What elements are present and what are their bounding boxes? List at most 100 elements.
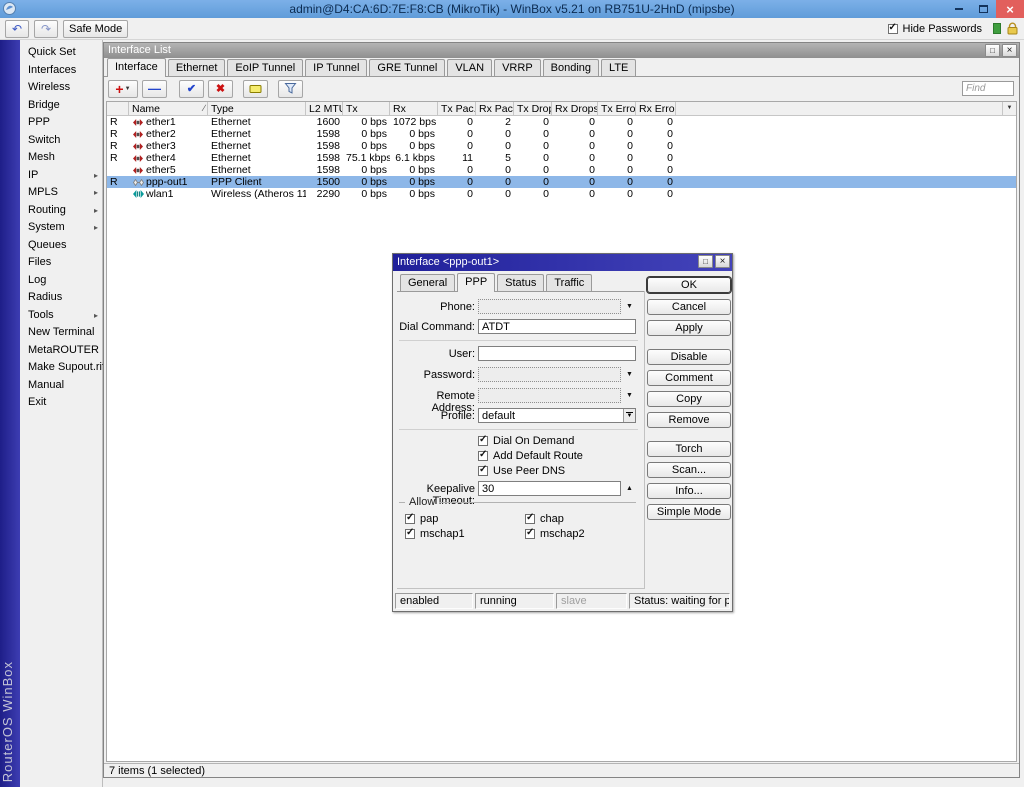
column-header-l2-mtu[interactable]: L2 MTU [306,102,343,115]
sidebar-item-ppp[interactable]: PPP [20,114,102,132]
remove-button[interactable]: Remove [647,412,731,428]
ok-button[interactable]: OK [647,277,731,293]
profile-dropdown-button[interactable]: ▼ [623,409,635,422]
comment-button[interactable]: Comment [647,370,731,386]
column-header-rx-pac[interactable]: Rx Pac... [476,102,514,115]
mschap1-checkbox[interactable] [405,529,415,539]
sidebar-item-exit[interactable]: Exit [20,394,102,412]
profile-select[interactable] [478,408,636,423]
table-row-ppp-out1[interactable]: Rppp-out1PPP Client15000 bps0 bps000000 [107,176,1016,188]
sidebar-item-new-terminal[interactable]: New Terminal [20,324,102,342]
sidebar-item-radius[interactable]: Radius [20,289,102,307]
sidebar-item-system[interactable]: System▸ [20,219,102,237]
sidebar-item-wireless[interactable]: Wireless [20,79,102,97]
safe-mode-button[interactable]: Safe Mode [63,20,128,38]
chap-checkbox[interactable] [525,514,535,524]
tab-ethernet[interactable]: Ethernet [168,59,226,76]
tab-lte[interactable]: LTE [601,59,636,76]
add-default-route-checkbox[interactable] [478,451,488,461]
torch-button[interactable]: Torch [647,441,731,457]
column-header-tx-errors[interactable]: Tx Errors [598,102,636,115]
dialog-tab-general[interactable]: General [400,274,455,291]
dialog-tab-ppp[interactable]: PPP [457,273,495,292]
dialog-tab-status[interactable]: Status [497,274,544,291]
enable-button[interactable]: ✔ [179,80,204,98]
column-header-name[interactable]: Name∕ [129,102,208,115]
table-row-ether1[interactable]: Rether1Ethernet16000 bps1072 bps020000 [107,116,1016,128]
pap-checkbox[interactable] [405,514,415,524]
maximize-button[interactable] [971,0,996,18]
table-row-wlan1[interactable]: wlan1Wireless (Atheros 11N)22900 bps0 bp… [107,188,1016,200]
remove-button[interactable]: — [142,80,167,98]
tab-bonding[interactable]: Bonding [543,59,599,76]
column-header-rx-drops[interactable]: Rx Drops [552,102,598,115]
dial-command-input[interactable] [478,319,636,334]
undo-button[interactable]: ↶ [5,20,29,38]
hide-passwords-checkbox[interactable] [888,24,898,34]
option-add-default-route[interactable]: Add Default Route [478,450,583,462]
option-dial-on-demand[interactable]: Dial On Demand [478,435,574,447]
sidebar-item-make-supout-rif[interactable]: Make Supout.rif [20,359,102,377]
sidebar-item-quick-set[interactable]: Quick Set [20,44,102,62]
use-peer-dns-checkbox[interactable] [478,466,488,476]
option-use-peer-dns[interactable]: Use Peer DNS [478,465,565,477]
dialog-close-button[interactable]: × [715,255,730,268]
tab-vrrp[interactable]: VRRP [494,59,541,76]
keepalive-timeout-input[interactable] [478,481,621,496]
tab-eoip-tunnel[interactable]: EoIP Tunnel [227,59,303,76]
sidebar-item-ip[interactable]: IP▸ [20,167,102,185]
simple-mode-button[interactable]: Simple Mode [647,504,731,520]
add-button[interactable]: +▼ [108,80,138,98]
interface-list-maximize-button[interactable]: □ [985,44,1000,57]
sidebar-item-log[interactable]: Log [20,272,102,290]
minimize-button[interactable] [946,0,971,18]
user-input[interactable] [478,346,636,361]
dialog-titlebar[interactable]: Interface <ppp-out1> □ × [393,254,732,271]
table-row-ether3[interactable]: Rether3Ethernet15980 bps0 bps000000 [107,140,1016,152]
sidebar-item-routing[interactable]: Routing▸ [20,202,102,220]
dial-on-demand-checkbox[interactable] [478,436,488,446]
sidebar-item-metarouter[interactable]: MetaROUTER [20,342,102,360]
filter-button[interactable] [278,80,303,98]
sidebar-item-bridge[interactable]: Bridge [20,97,102,115]
sidebar-item-manual[interactable]: Manual [20,377,102,395]
redo-button[interactable]: ↷ [34,20,58,38]
sidebar-item-switch[interactable]: Switch [20,132,102,150]
dialog-maximize-button[interactable]: □ [698,255,713,268]
tab-gre-tunnel[interactable]: GRE Tunnel [369,59,445,76]
column-header-type[interactable]: Type [208,102,306,115]
tab-interface[interactable]: Interface [107,58,166,77]
disable-button[interactable]: Disable [647,349,731,365]
info-button[interactable]: Info... [647,483,731,499]
column-header-rx[interactable]: Rx [390,102,438,115]
phone-input[interactable] [478,299,621,314]
sidebar-item-mesh[interactable]: Mesh [20,149,102,167]
column-header-tx-drops[interactable]: Tx Drops [514,102,552,115]
allow-chap[interactable]: chap [525,513,564,525]
column-header-tx-pac[interactable]: Tx Pac... [438,102,476,115]
tab-vlan[interactable]: VLAN [447,59,492,76]
interface-list-close-button[interactable]: × [1002,44,1017,57]
mschap2-checkbox[interactable] [525,529,535,539]
allow-mschap2[interactable]: mschap2 [525,528,585,540]
interface-list-titlebar[interactable]: Interface List □ × [104,43,1019,58]
sidebar-item-files[interactable]: Files [20,254,102,272]
find-input[interactable] [962,81,1014,96]
sidebar-item-queues[interactable]: Queues [20,237,102,255]
cancel-button[interactable]: Cancel [647,299,731,315]
password-input[interactable] [478,367,621,382]
dialog-tab-traffic[interactable]: Traffic [546,274,592,291]
column-header-tx[interactable]: Tx [343,102,390,115]
phone-dropdown-icon[interactable]: ▼ [626,303,633,310]
scan-button[interactable]: Scan... [647,462,731,478]
apply-button[interactable]: Apply [647,320,731,336]
disable-button[interactable]: ✖ [208,80,233,98]
remote-address-input[interactable] [478,388,621,403]
column-menu-button[interactable]: ▼ [1002,102,1016,115]
table-row-ether2[interactable]: Rether2Ethernet15980 bps0 bps000000 [107,128,1016,140]
table-row-ether5[interactable]: ether5Ethernet15980 bps0 bps000000 [107,164,1016,176]
comment-button[interactable] [243,80,268,98]
close-button[interactable]: × [996,0,1024,18]
sidebar-item-interfaces[interactable]: Interfaces [20,62,102,80]
allow-pap[interactable]: pap [405,513,438,525]
